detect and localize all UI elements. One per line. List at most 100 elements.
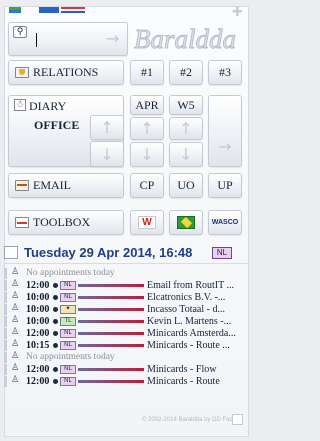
appointment-time: 10:00 (26, 304, 50, 315)
office-label: OFFICE (34, 118, 80, 132)
email-button[interactable]: EMAIL (8, 173, 124, 198)
agenda-item[interactable]: ♙ 12:00 NL Email from RoutIT ... (0, 279, 245, 291)
app-logo: Baraldda (134, 24, 237, 55)
wasco-logo: WASCO (211, 219, 239, 226)
week-label: W5 (177, 97, 195, 112)
appointment-time: 10:15 (26, 340, 50, 351)
relation-3-label: #3 (219, 65, 231, 79)
expand-icon[interactable]: ✚ (232, 6, 244, 19)
person-blue-icon: ♙ (4, 327, 19, 339)
office-down-button[interactable]: ↓ (90, 141, 124, 167)
date-header-box[interactable] (4, 246, 18, 259)
trophy-icon (15, 67, 29, 78)
arrow-down-icon: ↓ (179, 145, 193, 164)
month-button[interactable]: APR (130, 95, 164, 115)
arrow-right-icon[interactable]: → (106, 29, 119, 48)
relation-1-button[interactable]: #1 (130, 60, 164, 85)
week-down-button[interactable]: ↓ (169, 142, 203, 167)
appointment-description[interactable]: Incasso Totaal - d... (147, 304, 243, 315)
month-up-button[interactable]: ↑ (130, 117, 164, 140)
agenda-item[interactable]: ♙ 10:15 NL Minicards - Route ... (0, 339, 245, 351)
diary-go-button[interactable]: → (208, 95, 242, 167)
agenda-item[interactable]: ♙ 10:00 ✦ Incasso Totaal - d... (0, 303, 245, 315)
duration-bar (78, 380, 144, 383)
cp-button[interactable]: CP (130, 173, 164, 198)
agenda-item[interactable]: ♙ 12:00 NL Minicards - Flow (0, 363, 245, 375)
flag-icon (177, 216, 195, 229)
month-label: APR (135, 97, 159, 112)
email-label: EMAIL (33, 178, 71, 192)
relations-label: RELATIONS (33, 65, 99, 79)
tool-w-button[interactable]: W (130, 210, 164, 235)
email-icon (15, 180, 29, 191)
appointment-description[interactable]: Minicards - Route ... (147, 340, 243, 351)
divider (4, 263, 249, 264)
category-badge: ✦ (60, 305, 76, 314)
category-badge: NL (60, 341, 76, 350)
cp-label: CP (139, 178, 155, 192)
duration-bar (78, 296, 144, 299)
flag-icon[interactable] (61, 7, 85, 13)
up-label: UP (217, 178, 233, 192)
appointment-description[interactable]: Email from RoutIT ... (147, 280, 243, 291)
search-box[interactable]: ⚲ → (8, 22, 128, 56)
uo-button[interactable]: UO (169, 173, 203, 198)
month-down-button[interactable]: ↓ (130, 142, 164, 167)
arrow-down-icon: ↓ (140, 145, 154, 164)
agenda-item[interactable]: ♙ 12:00 NL Minicards Amsterda... (0, 327, 245, 339)
status-dot-icon (53, 343, 58, 348)
arrow-right-icon: → (218, 137, 232, 156)
week-button[interactable]: W5 (169, 95, 203, 115)
category-badge: TL (60, 317, 76, 326)
duration-bar (78, 320, 144, 323)
appointment-time: 10:00 (26, 316, 50, 327)
agenda-item[interactable]: ♙ 12:00 NL Minicards - Route (0, 375, 245, 387)
tool-wasco-button[interactable]: WASCO (208, 210, 242, 235)
person-blue-icon: ♙ (4, 363, 19, 375)
w-logo-icon: W (138, 216, 156, 229)
appointment-description[interactable]: Minicards Amsterda... (147, 328, 243, 339)
toolbox-button[interactable]: TOOLBOX (8, 210, 124, 235)
appointment-description[interactable]: Minicards - Route (147, 376, 243, 387)
arrow-up-icon: ↑ (179, 119, 193, 138)
category-badge: NL (60, 293, 76, 302)
status-dot-icon (53, 367, 58, 372)
date-header: Tuesday 29 Apr 2014, 16:48 (24, 245, 193, 260)
relation-1-label: #1 (141, 65, 153, 79)
flag-icon[interactable] (39, 7, 59, 13)
appointment-time: 10:00 (26, 292, 50, 303)
agenda-item[interactable]: ♙ 10:00 NL Elcatronics B.V. -... (0, 291, 245, 303)
appointment-description[interactable]: Kevin L. Martens -... (147, 316, 243, 327)
relation-2-label: #2 (180, 65, 192, 79)
up-button[interactable]: UP (208, 173, 242, 198)
language-badge: NL (212, 247, 232, 259)
person-blue-icon: ♙ (4, 279, 19, 291)
magnifier-icon: ⚲ (13, 26, 27, 38)
appointment-description[interactable]: Elcatronics B.V. -... (147, 292, 243, 303)
relations-button[interactable]: RELATIONS (8, 60, 124, 85)
duration-bar (78, 368, 144, 371)
status-dot-icon (53, 307, 58, 312)
duration-bar (78, 284, 144, 287)
uo-label: UO (177, 178, 195, 192)
appointment-time: 12:00 (26, 328, 50, 339)
relation-3-button[interactable]: #3 (208, 60, 242, 85)
person-blue-icon: ♙ (4, 315, 19, 327)
person-purple-icon: ♙ (4, 351, 19, 363)
week-up-button[interactable]: ↑ (169, 117, 203, 140)
person-purple-icon: ♙ (4, 267, 19, 279)
agenda-item[interactable]: ♙ 10:00 TL Kevin L. Martens -... (0, 315, 245, 327)
diary-label: DIARY (29, 99, 67, 113)
tool-flag-button[interactable] (169, 210, 203, 235)
relation-2-button[interactable]: #2 (169, 60, 203, 85)
footer-text: © 2002-2014 Baraldda by DD Factory (142, 417, 243, 423)
appointment-time: 12:00 (26, 280, 50, 291)
person-blue-icon: ♙ (4, 303, 19, 315)
appointment-description[interactable]: Minicards - Flow (147, 364, 243, 375)
duration-bar (78, 332, 144, 335)
category-badge: NL (60, 329, 76, 338)
flag-icon[interactable] (9, 7, 21, 13)
resize-handle[interactable] (232, 414, 243, 425)
office-up-button[interactable]: ↑ (90, 115, 124, 140)
diary-icon: ☃ (14, 99, 26, 111)
